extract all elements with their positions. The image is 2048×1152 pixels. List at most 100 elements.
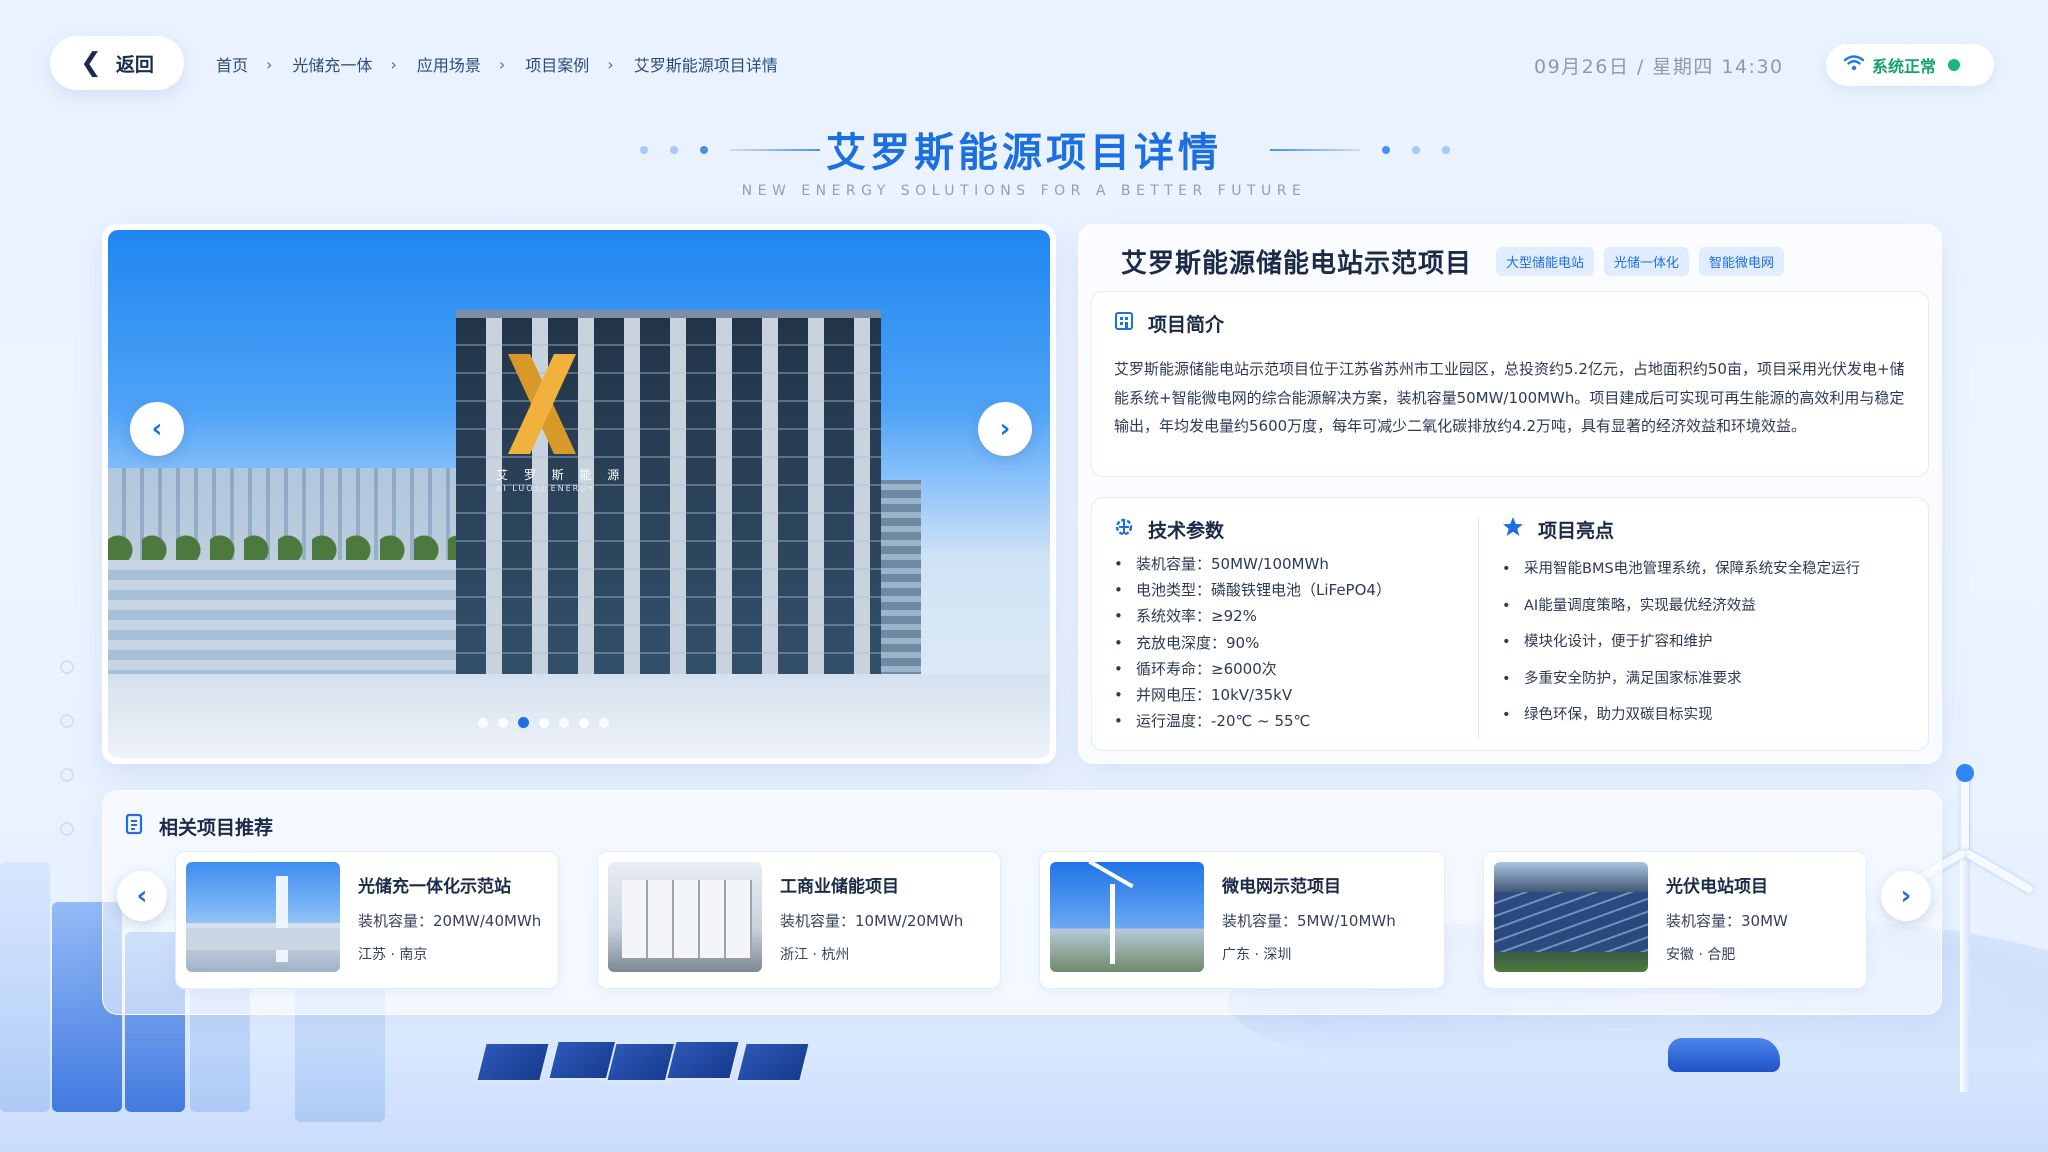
project-photo: 艾 罗 斯 能 源 AI LUOSI ENERGY ‹ › <box>108 230 1050 758</box>
params-section: 技术参数 装机容量：50MW/100MWh电池类型：磷酸铁锂电池（LiFePO4… <box>1114 516 1474 735</box>
logo-subtext: AI LUOSI ENERGY <box>496 484 595 493</box>
param-item: 装机容量：50MW/100MWh <box>1114 551 1474 577</box>
tag: 大型储能电站 <box>1496 247 1595 276</box>
back-button[interactable]: ❮ 返回 <box>50 36 184 90</box>
pagination-dot[interactable] <box>539 717 549 728</box>
solar-panel <box>605 1042 681 1082</box>
related-prev-button[interactable]: ‹ <box>117 871 167 921</box>
highlights-heading-label: 项目亮点 <box>1538 520 1615 542</box>
pagination-dot[interactable] <box>599 717 609 728</box>
related-card[interactable]: 光储充一体化示范站 装机容量：20MW/40MWh 江苏 · 南京 <box>175 851 559 989</box>
chevron-left-icon: ❮ <box>80 48 102 78</box>
param-item: 运行温度：-20℃ ~ 55℃ <box>1114 708 1474 734</box>
detail-header: 艾罗斯能源储能电站示范项目 大型储能电站 光储一体化 智能微电网 <box>1121 243 1785 280</box>
company-logo-icon <box>508 354 576 454</box>
params-heading-label: 技术参数 <box>1148 520 1225 542</box>
related-title: 光伏电站项目 <box>1666 877 1768 897</box>
param-item: 循环寿命：≥6000次 <box>1114 656 1474 682</box>
related-next-button[interactable]: › <box>1881 871 1931 921</box>
breadcrumb-item-solar-storage[interactable]: 光储充一体 <box>292 52 372 76</box>
related-location: 安徽 · 合肥 <box>1666 947 1736 963</box>
solar-panel <box>475 1042 551 1082</box>
related-heading: 相关项目推荐 <box>125 813 273 840</box>
related-location: 广东 · 深圳 <box>1222 947 1292 963</box>
star-icon <box>1502 516 1524 543</box>
related-card[interactable]: 工商业储能项目 装机容量：10MW/20MWh 浙江 · 杭州 <box>597 851 1001 989</box>
document-icon <box>125 813 145 840</box>
chevron-right-icon: › <box>607 54 614 74</box>
related-capacity: 装机容量：30MW <box>1666 912 1788 930</box>
param-item: 并网电压：10kV/35kV <box>1114 682 1474 708</box>
solar-panel <box>735 1042 811 1082</box>
chevron-right-icon: › <box>498 54 506 74</box>
highlights-list: 采用智能BMS电池管理系统，保障系统安全稳定运行AI能量调度策略，实现最优经济效… <box>1502 551 1922 734</box>
tag: 光储一体化 <box>1604 247 1690 276</box>
wifi-icon <box>1843 54 1865 76</box>
datetime: 09月26日 / 星期四 14:30 <box>1534 56 1784 78</box>
pagination-dot[interactable] <box>498 717 508 728</box>
project-thumbnail <box>608 862 762 972</box>
side-decoration <box>60 660 74 836</box>
highlights-section: 项目亮点 采用智能BMS电池管理系统，保障系统安全稳定运行AI能量调度策略，实现… <box>1502 516 1922 734</box>
project-gallery: 艾 罗 斯 能 源 AI LUOSI ENERGY ‹ › <box>102 224 1056 764</box>
breadcrumb-item-cases[interactable]: 项目案例 <box>525 52 589 76</box>
turbine-hub <box>1956 764 1974 782</box>
highlights-heading: 项目亮点 <box>1502 516 1922 543</box>
related-card[interactable]: 微电网示范项目 装机容量：5MW/10MWh 广东 · 深圳 <box>1039 851 1445 989</box>
project-thumbnail <box>1050 862 1204 972</box>
building-icon <box>1114 311 1134 336</box>
related-title: 微电网示范项目 <box>1222 877 1341 897</box>
related-title: 光储充一体化示范站 <box>358 877 511 897</box>
pagination-dot[interactable] <box>478 717 488 728</box>
settings-icon <box>1114 517 1134 542</box>
solar-panel <box>547 1040 623 1080</box>
highlight-item: 模块化设计，便于扩容和维护 <box>1502 624 1922 661</box>
highlight-item: 多重安全防护，满足国家标准要求 <box>1502 661 1922 698</box>
status-dot <box>1948 59 1961 71</box>
intro-card: 项目简介 艾罗斯能源储能电站示范项目位于江苏省苏州市工业园区，总投资约5.2亿元… <box>1091 291 1929 477</box>
status-badge: 系统正常 <box>1826 44 1994 86</box>
breadcrumb: 首页 › 光储充一体 › 应用场景 › 项目案例 › 艾罗斯能源项目详情 <box>216 52 778 76</box>
chevron-right-icon: › <box>266 54 273 74</box>
project-thumbnail <box>186 862 340 972</box>
chevron-right-icon: › <box>390 54 397 74</box>
project-title: 艾罗斯能源储能电站示范项目 <box>1121 249 1473 279</box>
background-ground <box>0 1002 2048 1152</box>
related-location: 浙江 · 杭州 <box>780 947 850 963</box>
solar-panel <box>665 1040 741 1080</box>
specs-card: 技术参数 装机容量：50MW/100MWh电池类型：磷酸铁锂电池（LiFePO4… <box>1091 497 1929 751</box>
param-item: 充放电深度：90% <box>1114 630 1474 656</box>
pagination-dot[interactable] <box>579 717 589 728</box>
project-detail-panel: 艾罗斯能源储能电站示范项目 大型储能电站 光储一体化 智能微电网 项目简介 艾罗… <box>1078 224 1942 764</box>
section-divider <box>1478 518 1479 738</box>
back-label: 返回 <box>115 53 154 76</box>
param-item: 系统效率：≥92% <box>1114 603 1474 629</box>
gallery-pagination <box>478 717 609 728</box>
related-capacity: 装机容量：20MW/40MWh <box>358 912 542 930</box>
intro-text: 艾罗斯能源储能电站示范项目位于江苏省苏州市工业园区，总投资约5.2亿元，占地面积… <box>1114 360 1905 435</box>
breadcrumb-item-scenarios[interactable]: 应用场景 <box>417 52 481 76</box>
gallery-prev-button[interactable]: ‹ <box>130 402 184 456</box>
params-list: 装机容量：50MW/100MWh电池类型：磷酸铁锂电池（LiFePO4）系统效率… <box>1114 551 1474 735</box>
page-title: 艾罗斯能源项目详情 <box>826 130 1222 176</box>
related-heading-label: 相关项目推荐 <box>159 817 274 839</box>
tag-list: 大型储能电站 光储一体化 智能微电网 <box>1496 247 1785 276</box>
project-thumbnail <box>1494 862 1648 972</box>
related-capacity: 装机容量：5MW/10MWh <box>1222 912 1396 930</box>
tag: 智能微电网 <box>1699 247 1785 276</box>
related-card[interactable]: 光伏电站项目 装机容量：30MW 安徽 · 合肥 <box>1483 851 1867 989</box>
turbine-blade <box>1963 848 2035 895</box>
highlight-item: 绿色环保，助力双碳目标实现 <box>1502 697 1922 734</box>
pagination-dot[interactable] <box>518 717 529 728</box>
status-label: 系统正常 <box>1872 57 1937 76</box>
breadcrumb-item-home[interactable]: 首页 <box>216 52 248 76</box>
page-subtitle: NEW ENERGY SOLUTIONS FOR A BETTER FUTURE <box>741 183 1307 199</box>
electric-car <box>1668 1038 1780 1072</box>
title-decoration-right <box>1270 146 1450 154</box>
breadcrumb-item-current: 艾罗斯能源项目详情 <box>633 56 778 75</box>
related-location: 江苏 · 南京 <box>358 947 428 963</box>
pagination-dot[interactable] <box>559 717 569 728</box>
wind-turbine <box>1960 772 1970 1092</box>
gallery-next-button[interactable]: › <box>978 402 1032 456</box>
params-heading: 技术参数 <box>1114 516 1474 543</box>
